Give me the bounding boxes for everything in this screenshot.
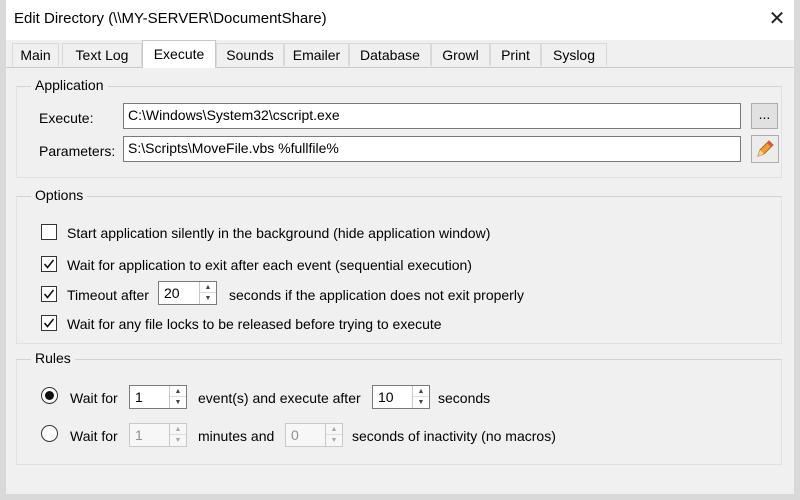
rules-group-label: Rules	[31, 350, 75, 366]
parameters-input[interactable]: S:\Scripts\MoveFile.vbs %fullfile%	[123, 136, 741, 162]
title-bar: Edit Directory (\\MY-SERVER\DocumentShar…	[6, 0, 794, 40]
window-title: Edit Directory (\\MY-SERVER\DocumentShar…	[14, 10, 327, 27]
spin-up-icon[interactable]: ▲	[200, 282, 216, 293]
checkmark-icon	[43, 289, 55, 299]
inactivity-seconds-value: 0	[291, 427, 299, 443]
rule2-prefix-label: Wait for	[70, 428, 118, 444]
execute-path-input[interactable]: C:\Windows\System32\cscript.exe	[123, 103, 741, 129]
rule-inactivity-radio[interactable]	[41, 425, 58, 442]
spin-up-icon[interactable]: ▲	[413, 386, 429, 397]
spinner-arrows[interactable]: ▲ ▼	[325, 424, 342, 446]
spin-up-icon[interactable]: ▲	[170, 386, 186, 397]
timeout-checkbox[interactable]	[41, 286, 57, 302]
tab-strip: Main Text Log Execute Sounds Emailer Dat…	[6, 40, 794, 68]
spinner-arrows[interactable]: ▲ ▼	[199, 282, 216, 304]
timeout-suffix-label: seconds if the application does not exit…	[229, 287, 524, 303]
spinner-arrows[interactable]: ▲ ▼	[169, 386, 186, 408]
timeout-label: Timeout after	[67, 287, 149, 303]
tab-database[interactable]: Database	[349, 43, 431, 66]
rule1-middle-label: event(s) and execute after	[198, 390, 361, 406]
file-locks-label: Wait for any file locks to be released b…	[67, 316, 442, 332]
execute-label: Execute:	[39, 110, 94, 126]
tab-execute[interactable]: Execute	[142, 40, 216, 68]
rule1-prefix-label: Wait for	[70, 390, 118, 406]
edit-directory-window: Edit Directory (\\MY-SERVER\DocumentShar…	[0, 0, 800, 500]
close-button[interactable]: ✕	[762, 4, 792, 34]
spinner-arrows[interactable]: ▲ ▼	[412, 386, 429, 408]
events-count-spinner[interactable]: 1 ▲ ▼	[129, 385, 187, 409]
timeout-seconds-spinner[interactable]: 20 ▲ ▼	[158, 281, 217, 305]
spin-down-icon[interactable]: ▼	[413, 397, 429, 408]
file-locks-checkbox[interactable]	[41, 315, 57, 331]
silent-checkbox[interactable]	[41, 224, 57, 240]
rule2-suffix-label: seconds of inactivity (no macros)	[352, 428, 556, 444]
tab-syslog[interactable]: Syslog	[541, 43, 607, 66]
checkmark-icon	[43, 318, 55, 328]
spin-down-icon[interactable]: ▼	[170, 397, 186, 408]
application-group: Application Execute: C:\Windows\System32…	[16, 77, 782, 178]
spin-up-icon[interactable]: ▲	[326, 424, 342, 435]
rule-events-radio[interactable]	[41, 387, 58, 404]
parameters-label: Parameters:	[39, 143, 116, 159]
inactivity-minutes-value: 1	[135, 427, 143, 443]
rule2-middle-label: minutes and	[198, 428, 275, 444]
options-group: Options Start application silently in th…	[16, 187, 782, 344]
execute-tab-panel: Application Execute: C:\Windows\System32…	[6, 67, 794, 488]
tab-print[interactable]: Print	[490, 43, 541, 66]
inactivity-minutes-spinner[interactable]: 1 ▲ ▼	[129, 423, 187, 447]
spin-up-icon[interactable]: ▲	[170, 424, 186, 435]
events-count-value: 1	[135, 389, 143, 405]
options-group-label: Options	[31, 187, 88, 203]
tab-sounds[interactable]: Sounds	[216, 43, 284, 66]
spin-down-icon[interactable]: ▼	[170, 435, 186, 446]
spin-down-icon[interactable]: ▼	[326, 435, 342, 446]
tab-emailer[interactable]: Emailer	[284, 43, 349, 66]
silent-label: Start application silently in the backgr…	[67, 225, 491, 241]
spinner-arrows[interactable]: ▲ ▼	[169, 424, 186, 446]
checkmark-icon	[43, 259, 55, 269]
timeout-seconds-value: 20	[164, 285, 180, 301]
spin-down-icon[interactable]: ▼	[200, 293, 216, 304]
application-group-label: Application	[31, 77, 108, 93]
close-icon: ✕	[768, 8, 786, 30]
inactivity-seconds-spinner[interactable]: 0 ▲ ▼	[285, 423, 343, 447]
tab-main[interactable]: Main	[12, 43, 59, 66]
rule1-suffix-label: seconds	[438, 390, 491, 406]
pencil-icon	[757, 140, 774, 157]
macro-button[interactable]	[751, 135, 779, 163]
execute-after-seconds-value: 10	[378, 389, 394, 405]
tab-text-log[interactable]: Text Log	[62, 43, 142, 66]
wait-exit-label: Wait for application to exit after each …	[67, 257, 472, 273]
execute-after-seconds-spinner[interactable]: 10 ▲ ▼	[372, 385, 430, 409]
wait-exit-checkbox[interactable]	[41, 256, 57, 272]
browse-button[interactable]: ...	[751, 103, 778, 129]
rules-group: Rules Wait for 1 ▲ ▼ event(s) and execute…	[16, 350, 782, 465]
tab-growl[interactable]: Growl	[431, 43, 490, 66]
